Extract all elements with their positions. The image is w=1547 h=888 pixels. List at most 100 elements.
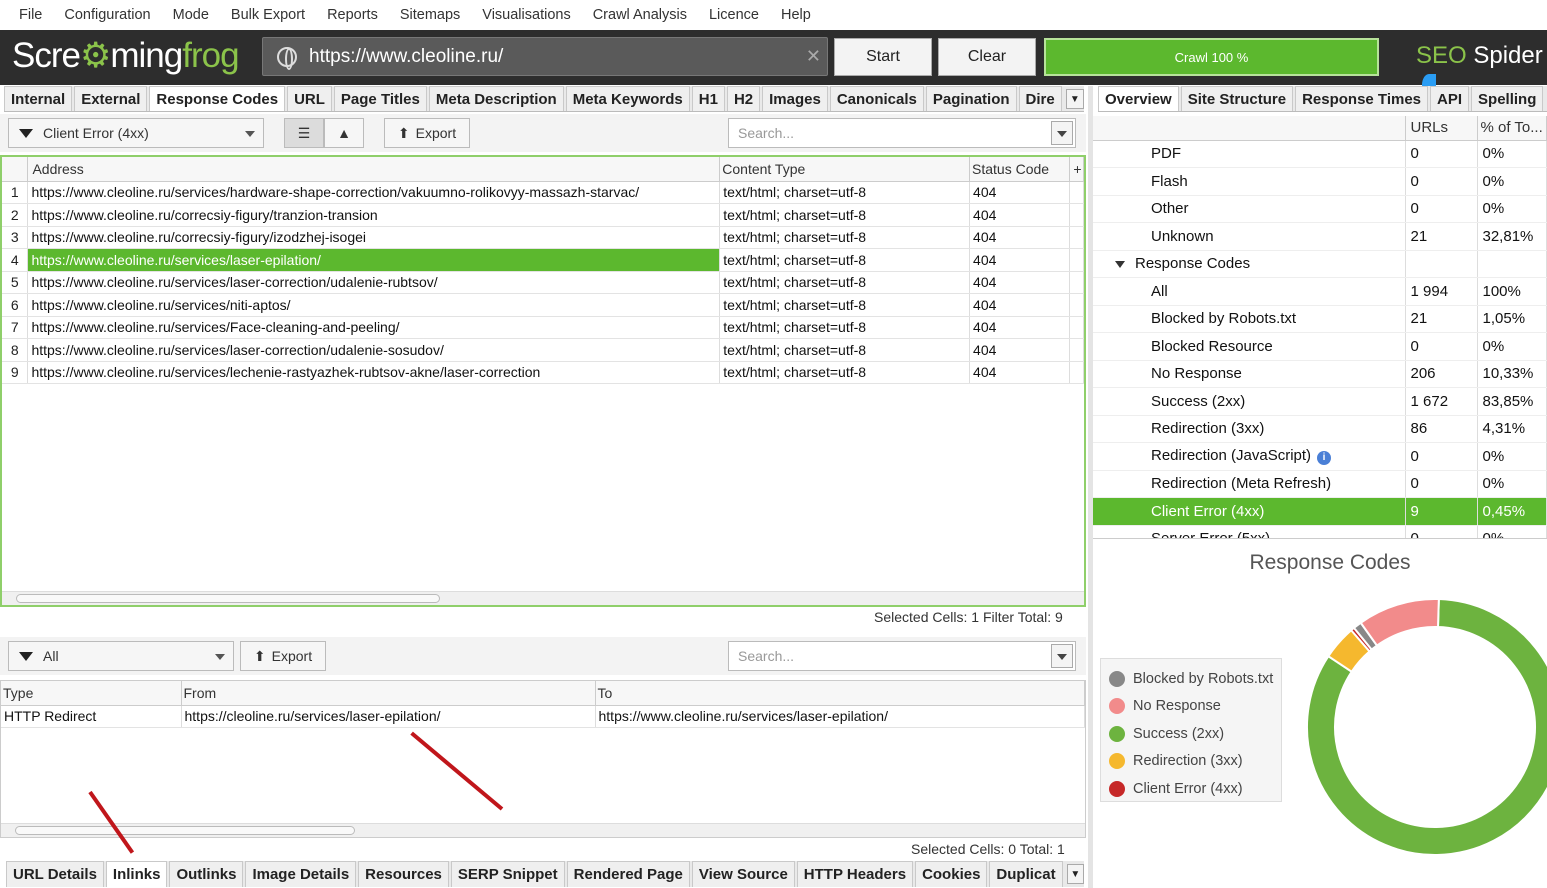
clear-url-icon[interactable]: ✕ — [806, 46, 821, 67]
tab-item[interactable]: Images — [762, 86, 828, 111]
tab-item[interactable]: Outlinks — [169, 861, 244, 887]
overview-row[interactable]: Success (2xx) 1 672 83,85% — [1093, 387, 1547, 416]
lower-filter-dropdown[interactable]: All — [8, 641, 234, 671]
chevron-down-icon[interactable]: ▼ — [1066, 864, 1084, 884]
overview-row[interactable]: Blocked Resource 0 0% — [1093, 332, 1547, 361]
legend-item[interactable]: Blocked by Robots.txt — [1101, 665, 1281, 693]
menu-item[interactable]: Sitemaps — [400, 7, 460, 23]
tab-item[interactable]: SERP Snippet — [450, 861, 565, 887]
table-row[interactable]: 6 https://www.cleoline.ru/services/niti-a… — [2, 293, 1084, 317]
col-header-type[interactable]: Type — [1, 681, 182, 706]
start-button[interactable]: Start — [834, 38, 932, 76]
add-column-icon[interactable]: + — [1069, 157, 1084, 182]
legend-item[interactable]: Success (2xx) — [1101, 720, 1281, 748]
tab-item[interactable]: URL — [287, 86, 332, 111]
tab-item[interactable]: View Source — [691, 861, 795, 887]
tab-item[interactable]: Dire — [1018, 86, 1062, 111]
tab-item[interactable]: Site Structure — [1180, 86, 1294, 111]
tab-item[interactable]: HTTP Headers — [796, 861, 914, 887]
lower-hscroll[interactable] — [1, 823, 1085, 837]
tab-item[interactable]: Meta Description — [428, 86, 564, 111]
search-input[interactable]: Search... — [728, 118, 1076, 148]
col-header-address[interactable]: Address — [27, 157, 721, 182]
url-input[interactable]: https://www.cleoline.ru/ ✕ — [262, 37, 828, 76]
menu-item[interactable]: Visualisations — [482, 7, 570, 23]
scroll-thumb[interactable] — [16, 594, 440, 603]
overview-row[interactable]: Flash 0 0% — [1093, 167, 1547, 196]
tab-item[interactable]: API — [1430, 86, 1470, 111]
tree-view-button[interactable]: ▲ — [324, 118, 364, 148]
tab-item[interactable]: Inlinks — [105, 861, 168, 887]
tab-item[interactable]: H2 — [726, 86, 761, 111]
table-row[interactable]: 4 https://www.cleoline.ru/services/laser-… — [2, 248, 1084, 272]
tab-item[interactable]: External — [74, 86, 148, 111]
overview-row[interactable]: Other 0 0% — [1093, 195, 1547, 223]
overview-row[interactable]: All 1 994 100% — [1093, 277, 1547, 306]
main-hscroll[interactable] — [2, 591, 1084, 605]
tab-item[interactable]: H1 — [691, 86, 725, 111]
menu-item[interactable]: Mode — [173, 7, 209, 23]
table-row[interactable]: 2 https://www.cleoline.ru/correcsiy-figur… — [2, 203, 1084, 227]
menu-item[interactable]: Licence — [709, 7, 759, 23]
tab-item[interactable]: Cookies — [915, 861, 988, 887]
table-row[interactable]: HTTP Redirect https://cleoline.ru/servic… — [1, 705, 1085, 728]
tab-item[interactable]: Internal — [4, 86, 73, 111]
filter-dropdown[interactable]: Client Error (4xx) — [8, 118, 264, 148]
overview-row[interactable]: Server Error (5xx) 0 0% — [1093, 525, 1547, 538]
info-icon[interactable]: i — [1317, 451, 1332, 466]
menu-item[interactable]: Configuration — [64, 7, 150, 23]
overview-row[interactable]: Redirection (JavaScript) i 0 0% — [1093, 442, 1547, 471]
col-header-to[interactable]: To — [595, 681, 1085, 706]
overview-row[interactable]: Blocked by Robots.txt 21 1,05% — [1093, 305, 1547, 333]
export-button[interactable]: ⬆ Export — [384, 118, 470, 148]
tab-item[interactable]: Image Details — [245, 861, 357, 887]
tab-item[interactable]: Response Times — [1295, 86, 1429, 111]
overview-row[interactable]: Unknown 21 32,81% — [1093, 222, 1547, 251]
table-row[interactable]: 9 https://www.cleoline.ru/services/lechen… — [2, 361, 1084, 384]
table-row[interactable]: 7 https://www.cleoline.ru/services/Face-c… — [2, 316, 1084, 339]
tab-item[interactable]: Meta Keywords — [565, 86, 690, 111]
overview-row[interactable]: Client Error (4xx) 9 0,45% — [1093, 497, 1547, 526]
donut-slice[interactable] — [1359, 600, 1440, 647]
tab-item[interactable]: Page Titles — [333, 86, 427, 111]
overview-row[interactable]: No Response 206 10,33% — [1093, 360, 1547, 388]
overview-row[interactable]: PDF 0 0% — [1093, 140, 1547, 168]
col-header-pct[interactable]: % of To... — [1477, 116, 1547, 141]
lower-search-input[interactable]: Search... — [728, 641, 1076, 671]
scroll-thumb[interactable] — [15, 826, 355, 835]
table-row[interactable]: 5 https://www.cleoline.ru/services/laser-… — [2, 271, 1084, 294]
overview-row[interactable]: Response Codes — [1093, 250, 1547, 278]
tab-item[interactable]: Duplicat — [989, 861, 1063, 887]
tab-item[interactable]: Pagination — [925, 86, 1017, 111]
clear-button[interactable]: Clear — [938, 38, 1036, 76]
list-view-button[interactable]: ☰ — [284, 118, 324, 148]
tab-item[interactable]: Rendered Page — [566, 861, 690, 887]
table-row[interactable]: 8 https://www.cleoline.ru/services/laser-… — [2, 338, 1084, 362]
col-header-from[interactable]: From — [181, 681, 596, 706]
search-dropdown-icon[interactable] — [1051, 121, 1073, 145]
table-row[interactable]: 3 https://www.cleoline.ru/correcsiy-figur… — [2, 226, 1084, 249]
tab-item[interactable]: Canonicals — [829, 86, 924, 111]
menu-item[interactable]: Reports — [327, 7, 378, 23]
menu-item[interactable]: File — [19, 7, 42, 23]
col-header-urls[interactable]: URLs — [1405, 116, 1478, 141]
expand-triangle-icon[interactable] — [1115, 261, 1125, 269]
tab-item[interactable]: Spelling — [1471, 86, 1544, 111]
legend-item[interactable]: Client Error (4xx) — [1101, 775, 1281, 803]
tab-item[interactable]: Resources — [358, 861, 449, 887]
overview-row[interactable]: Redirection (Meta Refresh) 0 0% — [1093, 470, 1547, 498]
col-header-status-code[interactable]: Status Code — [969, 157, 1070, 182]
tab-item[interactable]: URL Details — [6, 861, 104, 887]
col-header-content-type[interactable]: Content Type — [719, 157, 971, 182]
legend-item[interactable]: No Response — [1101, 693, 1281, 721]
tab-item[interactable]: Response Codes — [149, 86, 286, 111]
legend-item[interactable]: Redirection (3xx) — [1101, 748, 1281, 776]
table-row[interactable]: 1 https://www.cleoline.ru/services/hardwa… — [2, 181, 1084, 204]
chevron-down-icon[interactable]: ▼ — [1065, 89, 1084, 109]
tab-item[interactable]: Overview — [1098, 86, 1179, 111]
menu-item[interactable]: Crawl Analysis — [593, 7, 687, 23]
menu-item[interactable]: Help — [781, 7, 811, 23]
search-dropdown-icon[interactable] — [1051, 644, 1073, 668]
overview-row[interactable]: Redirection (3xx) 86 4,31% — [1093, 415, 1547, 443]
lower-export-button[interactable]: ⬆ Export — [240, 641, 326, 671]
